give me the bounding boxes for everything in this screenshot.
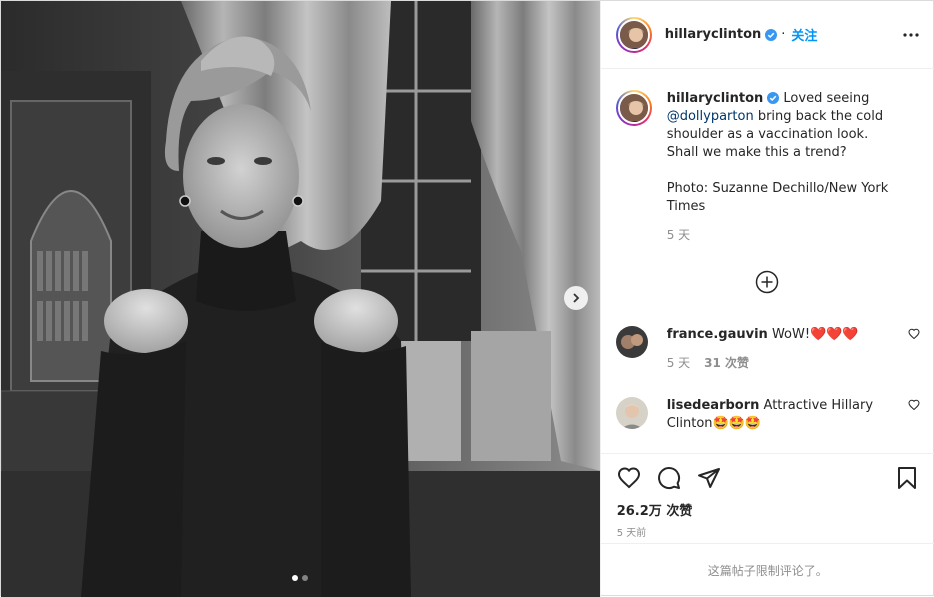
caption-author-avatar[interactable] — [615, 90, 652, 126]
likes-count[interactable]: 26.2万 次赞 — [617, 500, 693, 519]
heart-icon[interactable] — [617, 466, 641, 490]
caption-body: hillaryclinton Loved seeing @dollyparton… — [667, 90, 893, 244]
caption-username[interactable]: hillaryclinton — [667, 91, 764, 106]
post-actions: 26.2万 次赞 5 天前 — [600, 453, 934, 543]
comment-username[interactable]: france.gauvin — [667, 327, 768, 342]
caption: hillaryclinton Loved seeing @dollyparton… — [615, 90, 920, 244]
caption-credit: Photo: Suzanne Dechillo/New York Times — [666, 181, 889, 214]
comment-username[interactable]: lisedearborn — [667, 398, 760, 413]
caption-meta: 5 天 — [667, 226, 893, 244]
author-avatar[interactable] — [615, 16, 652, 53]
avatar-image — [615, 397, 648, 429]
post-dialog: hillaryclinton · 关注 hillaryclinton Loved… — [0, 0, 934, 597]
heart-icon[interactable] — [908, 399, 920, 411]
avatar-image — [619, 94, 648, 122]
chevron-right-icon — [573, 293, 580, 303]
comment-age[interactable]: 5 天 — [667, 354, 690, 372]
commenter-avatar[interactable] — [615, 397, 648, 429]
caption-age[interactable]: 5 天 — [667, 226, 690, 244]
more-options-icon[interactable] — [903, 23, 919, 47]
follow-button[interactable]: 关注 — [791, 25, 817, 44]
author-username[interactable]: hillaryclinton — [665, 27, 762, 42]
carousel-dot-active — [292, 575, 299, 581]
heart-icon[interactable] — [908, 328, 920, 340]
comment-item: lisedearborn Attractive Hillary Clinton🤩… — [615, 397, 920, 433]
post-photo — [1, 1, 600, 597]
commenter-avatar[interactable] — [615, 326, 648, 358]
follow-separator: · — [781, 27, 786, 42]
comment-text: WoW!❤️❤️❤️ — [771, 327, 859, 342]
post-media[interactable] — [1, 1, 600, 597]
avatar-image — [615, 326, 648, 358]
comments-limited-notice: 这篇帖子限制评论了。 — [600, 543, 934, 597]
paper-plane-icon[interactable] — [697, 466, 721, 490]
post-side-panel: hillaryclinton · 关注 hillaryclinton Loved… — [599, 1, 934, 597]
comment-item: france.gauvin WoW!❤️❤️❤️ 5 天 31 次赞 — [615, 326, 920, 372]
comment-body: lisedearborn Attractive Hillary Clinton🤩… — [667, 397, 893, 433]
next-slide-button[interactable] — [564, 286, 588, 310]
carousel-indicator — [1, 575, 600, 581]
comment-likes[interactable]: 31 次赞 — [704, 354, 749, 372]
mention-link[interactable]: @dollyparton — [667, 109, 754, 124]
bookmark-icon[interactable] — [895, 466, 919, 490]
comment-icon[interactable] — [657, 466, 681, 490]
post-date[interactable]: 5 天前 — [617, 524, 647, 539]
carousel-dot — [302, 575, 309, 581]
verified-badge-icon — [767, 92, 780, 104]
comments-list[interactable]: hillaryclinton Loved seeing @dollyparton… — [601, 70, 934, 453]
comment-body: france.gauvin WoW!❤️❤️❤️ 5 天 31 次赞 — [667, 326, 893, 372]
comment-meta: 5 天 31 次赞 — [667, 354, 893, 372]
caption-text-before: Loved seeing — [783, 91, 870, 106]
avatar-image — [619, 20, 648, 49]
post-header: hillaryclinton · 关注 — [600, 1, 934, 69]
verified-badge-icon — [765, 28, 778, 41]
plus-circle-icon[interactable] — [755, 270, 779, 294]
